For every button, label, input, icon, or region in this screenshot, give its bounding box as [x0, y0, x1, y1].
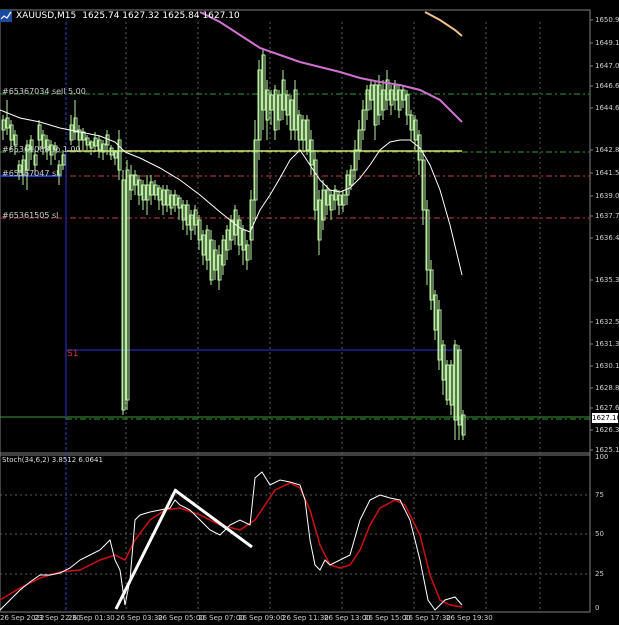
time-axis-label: 26 Sep 09:00 — [238, 614, 285, 622]
osc-axis-label: 100 — [595, 453, 609, 461]
chart-canvas[interactable] — [0, 0, 619, 625]
price-axis-label: 1630.10 — [595, 362, 619, 370]
price-axis-label: 1644.60 — [595, 104, 619, 112]
sl-order-label-1[interactable]: #65367047 sl — [2, 169, 58, 178]
ma-slow-line — [199, 11, 463, 123]
osc-axis-label: 25 — [595, 570, 604, 578]
oscillator-title: Stoch(34,6,2) 3.8512 6.0641 — [2, 456, 103, 464]
price-axis-label: 1626.35 — [595, 426, 619, 434]
price-axis-label: 1642.80 — [595, 146, 619, 154]
time-axis-label: 26 Sep 19:30 — [446, 614, 493, 622]
price-axis-label: 1650.90 — [595, 16, 619, 24]
trendline-down[interactable] — [175, 489, 253, 549]
price-axis-label: 1637.70 — [595, 212, 619, 220]
symbol-title: XAUUSD,M15 — [16, 11, 77, 21]
chart-window[interactable]: XAUUSD,M15 1625.74 1627.32 1625.84 1627.… — [0, 0, 619, 625]
tp-order-label[interactable]: #65361088 tp 1.00 — [2, 145, 81, 154]
stoch-signal-line — [0, 482, 463, 608]
price-axis-label: 1632.55 — [595, 318, 619, 326]
time-axis-label: 26 Sep 03:30 — [116, 614, 163, 622]
price-axis-label: 1628.85 — [595, 384, 619, 392]
price-axis-label: 1635.35 — [595, 276, 619, 284]
ma-long-line — [424, 11, 463, 37]
chart-title-bar: XAUUSD,M15 1625.74 1627.32 1625.84 1627.… — [0, 10, 240, 22]
sell-order-label[interactable]: #65367034 sell 5.00 — [2, 87, 86, 96]
sl-order-label-2[interactable]: #65361505 sl — [2, 211, 58, 220]
price-axis-label: 1639.00 — [595, 192, 619, 200]
osc-axis-label: 0 — [595, 604, 600, 612]
price-axis-label: 1649.10 — [595, 39, 619, 47]
price-axis-label: 1646.60 — [595, 82, 619, 90]
osc-axis-label: 50 — [595, 530, 604, 538]
time-axis-label: 26 Sep 01:30 — [68, 614, 115, 622]
time-axis-label: 26 Sep 11:30 — [282, 614, 329, 622]
price-panel-border — [0, 9, 591, 456]
chart-window-icon — [0, 10, 12, 22]
price-axis-label: 1647.00 — [595, 62, 619, 70]
s1-label: S1 — [67, 349, 79, 359]
time-axis-label: 26 Sep 17:30 — [404, 614, 451, 622]
current-price-box: 1627.10 — [592, 413, 619, 423]
stoch-main-line — [0, 471, 463, 611]
vertical-grid — [65, 22, 541, 612]
price-axis-label: 1636.45 — [595, 234, 619, 242]
trendline-up[interactable] — [114, 488, 178, 610]
osc-axis-label: 75 — [595, 491, 604, 499]
price-axis-label: 1631.35 — [595, 340, 619, 348]
candles-group — [1, 50, 466, 440]
ohlc-values: 1625.74 1627.32 1625.84 1627.10 — [82, 11, 240, 21]
ma-fast-line — [0, 109, 463, 276]
price-axis-label: 1627.60 — [595, 404, 619, 412]
price-axis-label: 1641.50 — [595, 169, 619, 177]
